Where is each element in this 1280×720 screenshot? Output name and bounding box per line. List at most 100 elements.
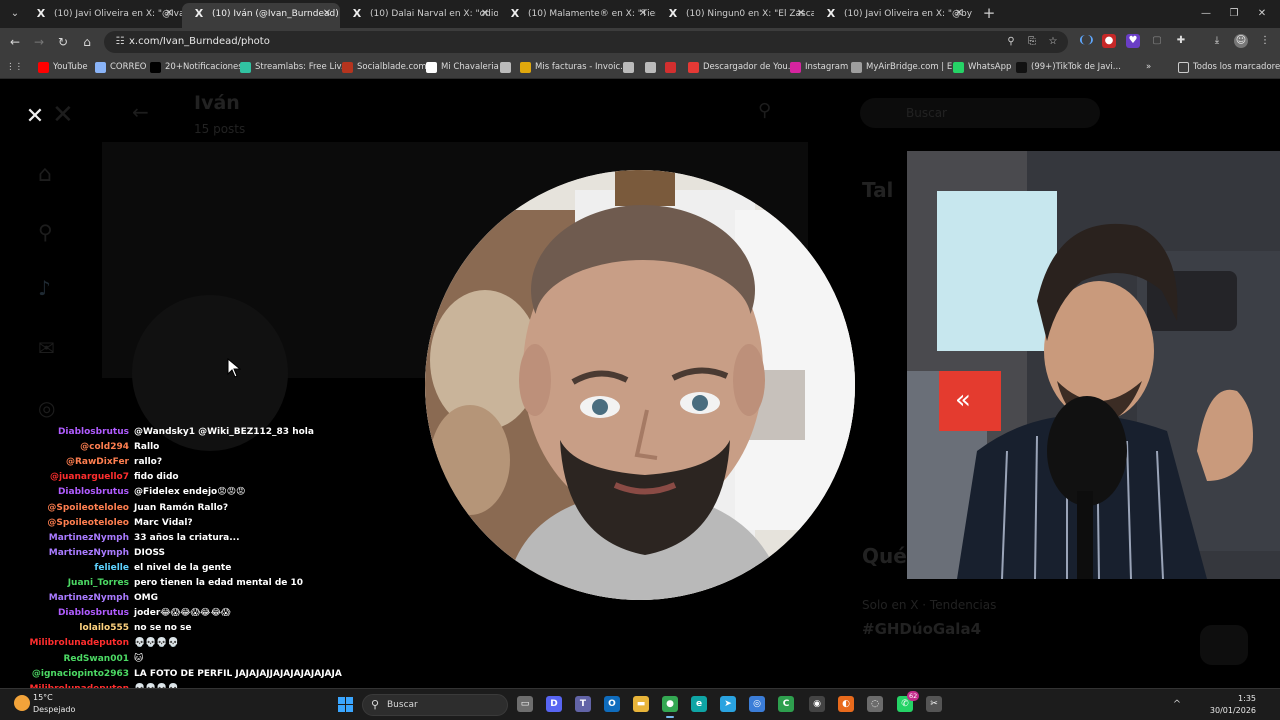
bookmark-correo[interactable]: CORREO: [95, 56, 147, 79]
chat-text: 🐱: [134, 653, 144, 664]
chat-message: @juanarguello7 fido dido: [0, 470, 400, 485]
close-photo-button[interactable]: ✕: [22, 104, 48, 130]
bookmark-mis-facturas-invoic[interactable]: Mis facturas - Invoic...: [520, 56, 628, 79]
x-logo-icon: X: [510, 7, 520, 20]
chrome-icon[interactable]: ●: [662, 696, 678, 718]
tab-5[interactable]: X(10) Ningun0 en X: "El Zasca qu✕: [656, 3, 814, 28]
restore-icon[interactable]: ❐: [1224, 5, 1244, 23]
teams-icon[interactable]: T: [575, 696, 591, 712]
bookmark-20-notificaciones[interactable]: 20+Notificaciones: [150, 56, 243, 79]
address-bar[interactable]: ☷ x.com/Ivan_Burndead/photo ⚲ ⎘ ☆: [104, 31, 1068, 53]
clock-time[interactable]: 1:35: [1238, 694, 1256, 703]
bookmark-99-tiktok-de-javi[interactable]: (99+)TikTok de Javi...: [1016, 56, 1121, 79]
cloud-icon: [851, 62, 862, 73]
bookmark-icon-8[interactable]: [623, 56, 638, 79]
weather-moon-icon[interactable]: [14, 695, 30, 711]
chat-message: Diablosbrutus @Wandsky1 @Wiki_BEZ112_83 h…: [0, 425, 400, 440]
url-text[interactable]: x.com/Ivan_Burndead/photo: [129, 31, 270, 53]
weather-temperature[interactable]: 15°C: [33, 693, 53, 702]
taskbar-search-box[interactable]: ⚲ Buscar: [362, 694, 508, 716]
bookmark-icon-10[interactable]: [665, 56, 680, 79]
bookmark-icon-9[interactable]: [645, 56, 660, 79]
x-logo-icon: X: [36, 7, 46, 20]
dim-search-icon: ⚲: [758, 100, 772, 121]
chat-text: @Fidelex endejo😡😡😡: [134, 487, 246, 498]
profile-avatar[interactable]: ☺: [1234, 34, 1248, 48]
bookmark-mi-chavaleria[interactable]: Mi Chavaleria: [426, 56, 499, 79]
tab-search-chevron-icon[interactable]: ⌄: [6, 5, 24, 23]
outlook-icon[interactable]: O: [604, 696, 620, 712]
browser-tab-strip: ⌄ X(10) Javi Oliveira en X: "@Ivan_Bu✕ X(…: [0, 0, 1280, 28]
bookmark-myairbridge-com-e[interactable]: MyAirBridge.com | E...: [851, 56, 960, 79]
reload-icon[interactable]: ↻: [54, 33, 72, 51]
edge-icon[interactable]: e: [691, 696, 707, 712]
home-icon[interactable]: ⌂: [78, 33, 96, 51]
tab-close-icon[interactable]: ✕: [162, 3, 176, 25]
tab-close-icon[interactable]: ✕: [952, 3, 966, 25]
bookmark-label: Mi Chavaleria: [441, 62, 499, 72]
all-bookmarks-folder[interactable]: Todos los marcadores: [1178, 56, 1280, 79]
forward-arrow-icon[interactable]: →: [30, 33, 48, 51]
chat-username: RedSwan001: [63, 653, 129, 664]
extensions-puzzle-icon[interactable]: ✚: [1174, 34, 1188, 48]
download-icon[interactable]: ⤓: [1210, 34, 1224, 48]
start-button[interactable]: [338, 697, 353, 712]
tab-6[interactable]: X (10) Javi Oliveira en X: "@bycal ✕: [814, 3, 972, 28]
tab-close-icon[interactable]: ✕: [478, 3, 492, 25]
tab-close-icon[interactable]: ✕: [794, 3, 808, 25]
weather-description[interactable]: Despejado: [33, 705, 75, 714]
discord-icon[interactable]: D: [546, 696, 562, 712]
telegram-icon[interactable]: ➤: [720, 696, 736, 712]
obs-icon[interactable]: ◉: [809, 696, 825, 712]
bookmark-instagram[interactable]: Instagram: [790, 56, 848, 79]
media-app-icon[interactable]: ◌: [867, 696, 883, 712]
chat-username: @Spoileoteloleo: [47, 517, 129, 528]
bookmark-descargador-de-you[interactable]: Descargador de You...: [688, 56, 796, 79]
chat-message: Milibrolunadeputon 💀💀💀💀: [0, 636, 400, 651]
bookmark-youtube[interactable]: YouTube: [38, 56, 88, 79]
back-arrow-icon[interactable]: ←: [6, 33, 24, 51]
menu-kebab-icon[interactable]: ⋮: [1258, 34, 1272, 48]
new-tab-button[interactable]: +: [980, 4, 998, 22]
tab-4[interactable]: X(10) Malamente® en X: "Tienes✕: [498, 3, 656, 28]
streamlabs-icon: [240, 62, 251, 73]
install-app-icon[interactable]: ⎘: [1024, 34, 1040, 50]
chat-message: MartinezNymph DIOSS: [0, 546, 400, 561]
green-app-icon[interactable]: C: [778, 696, 794, 712]
minimize-icon[interactable]: —: [1196, 5, 1216, 23]
chat-username: lolailo555: [79, 623, 129, 634]
tab-2[interactable]: X (10) Iván (@Ivan_Burndead) / X ✕: [182, 3, 340, 28]
tiktok-icon: [1016, 62, 1027, 73]
zoom-icon[interactable]: ⚲: [1003, 34, 1019, 50]
file-explorer-icon[interactable]: ▬: [633, 696, 649, 712]
extension-translate-icon[interactable]: ❨❩: [1078, 34, 1095, 48]
site-info-icon[interactable]: ☷: [112, 34, 128, 50]
chat-message: felielle el nivel de la gente: [0, 561, 400, 576]
orange-app-icon[interactable]: ◐: [838, 696, 854, 712]
chat-username: @ignaciopinto2963: [31, 668, 129, 679]
snipping-tool-icon[interactable]: ✂: [926, 696, 942, 712]
bookmark-label: Mis facturas - Invoic...: [535, 62, 629, 72]
bookmarks-more-button[interactable]: »: [1146, 56, 1151, 79]
extension-grey-icon[interactable]: ▢: [1150, 34, 1164, 48]
tab-3[interactable]: X (10) Dalai Narval en X: "odio la ✕: [340, 3, 498, 28]
apps-grid-icon[interactable]: ⋮⋮: [6, 56, 23, 79]
extension-red-icon[interactable]: ●: [1102, 34, 1116, 48]
tab-close-icon[interactable]: ✕: [320, 3, 334, 25]
tab-close-icon[interactable]: ✕: [636, 3, 650, 25]
clock-date[interactable]: 30/01/2026: [1210, 706, 1256, 715]
bookmark-label: WhatsApp: [968, 62, 1012, 72]
window-close-icon[interactable]: ✕: [1252, 5, 1272, 23]
tab-1[interactable]: X(10) Javi Oliveira en X: "@Ivan_Bu✕: [24, 3, 182, 28]
bookmark-star-icon[interactable]: ☆: [1045, 34, 1061, 50]
task-view-icon[interactable]: ▭: [517, 696, 533, 712]
chat-text: 33 años la criatura...: [134, 532, 240, 543]
bookmark-streamlabs-free-liv[interactable]: Streamlabs: Free Liv...: [240, 56, 349, 79]
browser-globe-icon[interactable]: ◎: [749, 696, 765, 712]
bookmark-whatsapp[interactable]: WhatsApp: [953, 56, 1011, 79]
extension-purple-icon[interactable]: ♥: [1126, 34, 1140, 48]
bookmark-socialblade-com[interactable]: Socialblade.com: [342, 56, 427, 79]
chat-text: @Wandsky1 @Wiki_BEZ112_83 hola: [134, 427, 314, 437]
bookmark-icon-6[interactable]: [500, 56, 515, 79]
tray-chevron-icon[interactable]: ^: [1170, 698, 1184, 712]
